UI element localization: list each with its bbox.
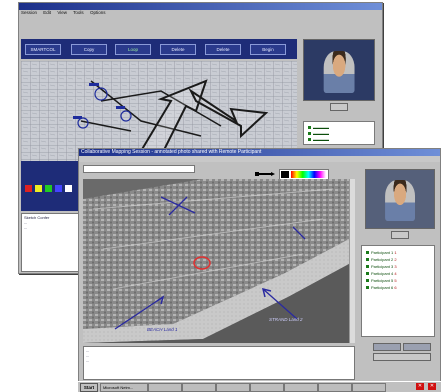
back-window-titlebar xyxy=(19,3,382,10)
menu-item[interactable]: Edit xyxy=(43,10,51,15)
participant-list-item[interactable]: Participant 5 5 xyxy=(366,278,397,283)
taskbar: Start Microsoft Netm... ✕ ✕ xyxy=(78,381,441,392)
status-icon xyxy=(366,251,369,255)
back-map-canvas[interactable] xyxy=(21,61,297,161)
pen-tool-icon[interactable] xyxy=(255,171,275,177)
front-video-control[interactable] xyxy=(391,231,409,239)
aerial-photo xyxy=(83,179,349,343)
menu-item[interactable]: View xyxy=(57,10,67,15)
annotation-label-1: BEACH Land 1 xyxy=(147,327,178,332)
participant-name: Participant 2 xyxy=(371,257,394,262)
front-url-field[interactable] xyxy=(83,165,195,173)
participant-name: Participant 1 xyxy=(371,250,394,255)
participant-name: Participant 5 xyxy=(371,278,394,283)
close-icon[interactable]: ✕ xyxy=(416,383,424,390)
action-button-1[interactable] xyxy=(373,343,401,351)
color-swatch-yellow[interactable] xyxy=(35,185,42,192)
back-list-item: ▬▬▬▬ xyxy=(308,125,329,130)
toolbar-button-loop[interactable]: Loop xyxy=(115,44,151,55)
toolbar-button-smartcol[interactable]: SMARTCOL xyxy=(25,44,61,55)
front-window-titlebar: Collaborative Mapping Session - annotate… xyxy=(79,149,440,156)
toolbar-button-delete-2[interactable]: Delete xyxy=(205,44,241,55)
close-icon[interactable]: ✕ xyxy=(428,383,436,390)
participant-list-item[interactable]: Participant 3 3 xyxy=(366,264,397,269)
participant-value: 3 xyxy=(394,264,397,269)
action-button-3[interactable] xyxy=(373,353,431,361)
participant-name: Participant 4 xyxy=(371,271,394,276)
back-left-controls xyxy=(21,161,81,211)
participant-list-item[interactable]: Participant 4 4 xyxy=(366,271,397,276)
participant-list-item[interactable]: Participant 6 6 xyxy=(366,285,397,290)
color-swatch-white[interactable] xyxy=(65,185,72,192)
back-video-control[interactable] xyxy=(330,103,348,111)
front-video-feed xyxy=(365,169,435,229)
status-icon xyxy=(366,258,369,262)
status-icon xyxy=(366,279,369,283)
notes-line: ... xyxy=(86,358,90,363)
notes-line: ... xyxy=(24,225,28,230)
menu-item[interactable]: Session xyxy=(21,10,37,15)
participant-value: 4 xyxy=(394,271,397,276)
status-icon xyxy=(366,272,369,276)
participant-value: 5 xyxy=(394,278,397,283)
back-list-item: ▬▬▬▬ xyxy=(308,131,329,136)
front-window-menubar xyxy=(79,156,440,162)
back-participant-list[interactable]: ▬▬▬▬ ▬▬▬▬ ▬▬▬▬ xyxy=(303,121,375,145)
participant-list[interactable]: Participant 1 1 Participant 2 2 Particip… xyxy=(361,245,435,337)
status-icon xyxy=(308,138,311,142)
participant-value: 6 xyxy=(394,285,397,290)
color-swatch-blue[interactable] xyxy=(55,185,62,192)
back-window-menubar: Session Edit View Tools Options xyxy=(19,10,382,16)
toolbar-button-begin[interactable]: Begin xyxy=(250,44,286,55)
participant-face xyxy=(385,180,415,222)
back-video-feed xyxy=(303,39,375,101)
action-button-2[interactable] xyxy=(403,343,431,351)
participant-name: Participant 6 xyxy=(371,285,394,290)
status-icon xyxy=(308,132,311,136)
participant-list-item[interactable]: Participant 2 2 xyxy=(366,257,397,262)
front-notes-box[interactable]: ......... xyxy=(83,346,355,380)
toolbar-button-delete-1[interactable]: Delete xyxy=(160,44,196,55)
menu-item[interactable]: Tools xyxy=(73,10,84,15)
participant-face xyxy=(323,50,355,93)
color-swatch-green[interactable] xyxy=(45,185,52,192)
menu-item[interactable]: Options xyxy=(90,10,106,15)
front-window: Collaborative Mapping Session - annotate… xyxy=(78,148,441,382)
status-icon xyxy=(366,265,369,269)
canvas-scrollbar[interactable] xyxy=(349,179,355,343)
participant-value: 2 xyxy=(394,257,397,262)
back-list-item: ▬▬▬▬ xyxy=(308,137,329,142)
aerial-photo-canvas[interactable]: BEACH Land 1 STRAND Land 2 xyxy=(83,179,349,343)
color-swatch-red[interactable] xyxy=(25,185,32,192)
participant-name: Participant 3 xyxy=(371,264,394,269)
back-notes-box[interactable]: Sketch Confer...... xyxy=(21,213,83,272)
color-spectrum[interactable] xyxy=(291,171,326,178)
status-icon xyxy=(366,286,369,290)
color-swatch-black[interactable] xyxy=(281,171,289,178)
map-sketch xyxy=(21,61,297,161)
participant-value: 1 xyxy=(394,250,397,255)
status-icon xyxy=(308,126,311,130)
annotation-label-2: STRAND Land 2 xyxy=(269,317,303,322)
toolbar-button-copy[interactable]: Copy xyxy=(71,44,107,55)
participant-list-item[interactable]: Participant 1 1 xyxy=(366,250,397,255)
